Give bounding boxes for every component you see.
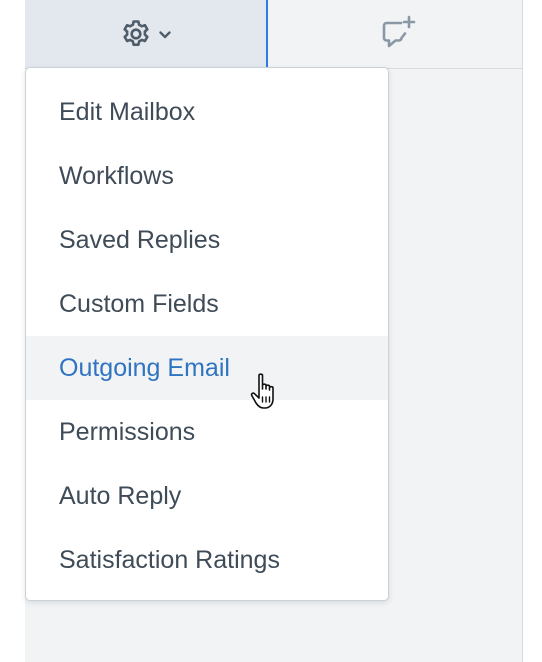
menu-item-auto-reply[interactable]: Auto Reply — [26, 464, 388, 528]
chat-plus-icon — [382, 15, 415, 48]
menu-item-workflows[interactable]: Workflows — [26, 144, 388, 208]
new-conversation-button[interactable] — [270, 0, 523, 68]
menu-item-custom-fields[interactable]: Custom Fields — [26, 272, 388, 336]
gear-icon — [122, 20, 149, 46]
menu-item-edit-mailbox[interactable]: Edit Mailbox — [26, 80, 388, 144]
menu-item-saved-replies[interactable]: Saved Replies — [26, 208, 388, 272]
mailbox-settings-button[interactable] — [25, 0, 268, 68]
mailbox-settings-menu: Edit Mailbox Workflows Saved Replies Cus… — [25, 67, 389, 601]
app-canvas: Edit Mailbox Workflows Saved Replies Cus… — [0, 0, 542, 662]
menu-item-outgoing-email[interactable]: Outgoing Email — [26, 336, 388, 400]
mailbox-toolbar — [25, 0, 523, 69]
menu-item-satisfaction-ratings[interactable]: Satisfaction Ratings — [26, 528, 388, 592]
menu-item-permissions[interactable]: Permissions — [26, 400, 388, 464]
chevron-down-icon — [158, 31, 171, 39]
